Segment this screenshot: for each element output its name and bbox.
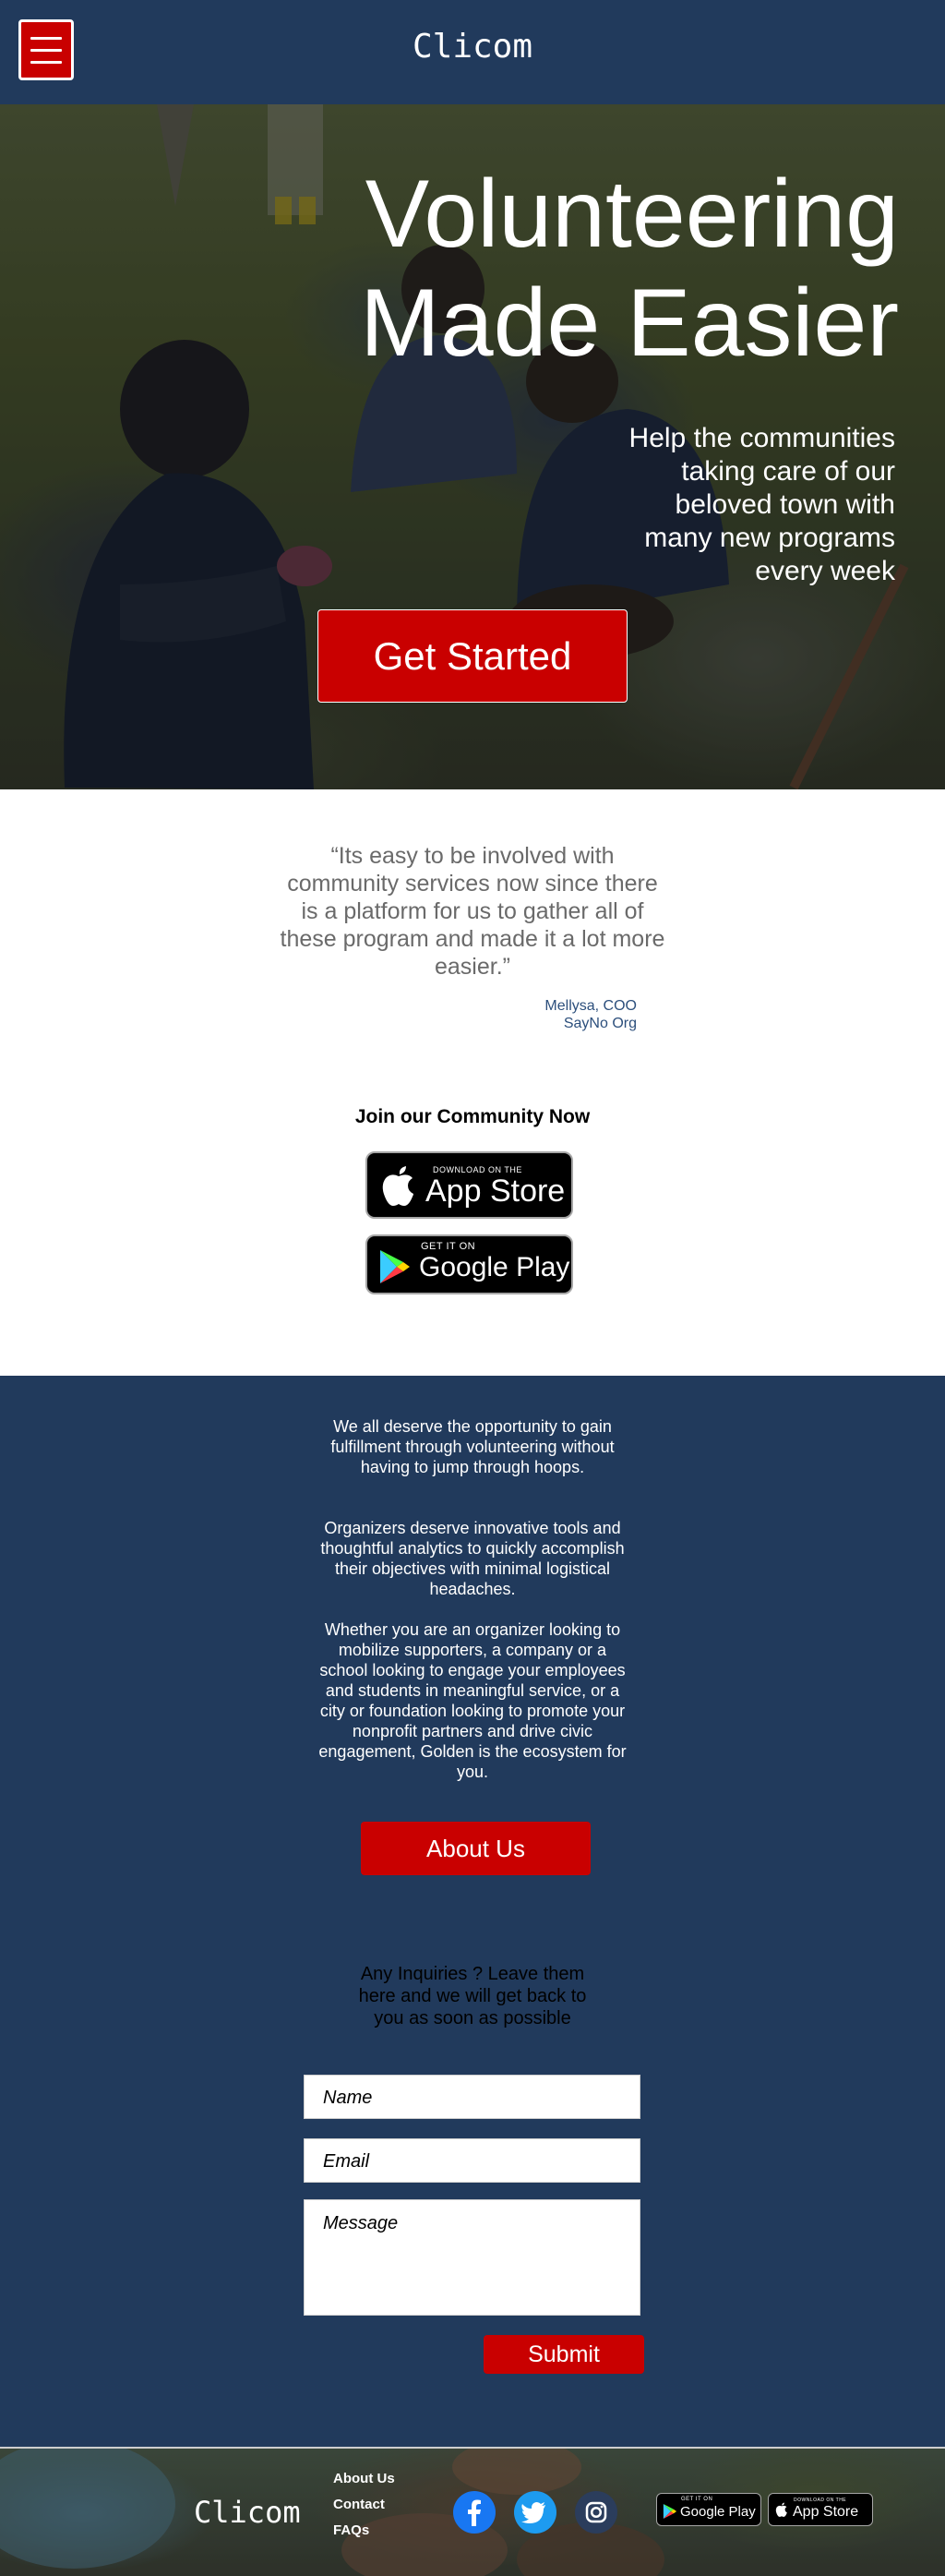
about-paragraph-1: We all deserve the opportunity to gain f… (330, 1417, 615, 1476)
submit-button[interactable]: Submit (484, 2335, 644, 2374)
footer-google-play-big-text: Google Play (680, 2504, 756, 2520)
instagram-icon (585, 2501, 607, 2523)
footer-google-play-logo-icon (663, 2504, 677, 2519)
footer-google-play-badge[interactable]: GET IT ON Google Play (656, 2493, 761, 2526)
hero-title-line-1: Volunteering (365, 161, 899, 268)
site-logo[interactable]: Clicom (0, 28, 945, 66)
app-store-badge-big-text: App Store (425, 1174, 566, 1209)
site-header: Clicom (0, 0, 945, 104)
footer-google-play-small-text: GET IT ON (681, 2497, 713, 2502)
about-us-button[interactable]: About Us (361, 1822, 591, 1875)
email-placeholder: Email (323, 2151, 370, 2172)
instagram-link[interactable] (575, 2491, 617, 2534)
name-placeholder: Name (323, 2088, 373, 2108)
testimonial-author-name: Mellysa, COO (544, 998, 637, 1014)
name-field[interactable]: Name (304, 2075, 640, 2119)
apple-logo-icon (382, 1166, 413, 1206)
footer-logo[interactable]: Clicom (194, 2495, 301, 2530)
google-play-badge[interactable]: GET IT ON Google Play (365, 1234, 573, 1294)
twitter-icon (521, 2502, 545, 2523)
footer-link-contact[interactable]: Contact (333, 2497, 385, 2512)
email-field[interactable]: Email (304, 2138, 640, 2183)
facebook-link[interactable] (453, 2491, 496, 2534)
about-paragraph-2: Organizers deserve innovative tools and … (320, 1519, 625, 1598)
testimonial-author: Mellysa, COO SayNo Org (461, 997, 637, 1032)
testimonial-quote: “Its easy to be involved with community … (280, 843, 665, 980)
hero-title: Volunteering Made Easier (161, 160, 899, 378)
google-play-badge-big-text: Google Play (419, 1252, 570, 1282)
hero-section: Volunteering Made Easier Help the commun… (0, 104, 945, 789)
google-play-badge-small-text: GET IT ON (421, 1241, 476, 1252)
footer-app-store-small-text: DOWNLOAD ON THE (794, 2498, 847, 2503)
join-community-title: Join our Community Now (354, 1106, 591, 1127)
hero-title-line-2: Made Easier (360, 270, 899, 377)
twitter-link[interactable] (514, 2491, 556, 2534)
site-footer: Clicom About Us Contact FAQs GET IT ON G… (0, 2447, 945, 2576)
facebook-icon (468, 2499, 481, 2526)
message-placeholder: Message (323, 2213, 399, 2233)
testimonial-author-org: SayNo Org (563, 1016, 637, 1031)
google-play-logo-icon (380, 1250, 410, 1283)
footer-app-store-badge[interactable]: DOWNLOAD ON THE App Store (768, 2493, 873, 2526)
footer-link-about-us[interactable]: About Us (333, 2471, 395, 2486)
hero-subtitle: Help the communities taking care of our … (628, 423, 895, 586)
inquiry-intro: Any Inquiries ? Leave them here and we w… (358, 1964, 587, 2028)
footer-app-store-big-text: App Store (793, 2504, 859, 2520)
footer-link-faqs[interactable]: FAQs (333, 2522, 369, 2538)
message-field[interactable]: Message (304, 2199, 640, 2316)
app-store-badge[interactable]: DOWNLOAD ON THE App Store (365, 1151, 573, 1219)
get-started-button[interactable]: Get Started (317, 609, 628, 703)
about-paragraph-3: Whether you are an organizer looking to … (318, 1620, 627, 1781)
footer-apple-logo-icon (775, 2502, 787, 2517)
